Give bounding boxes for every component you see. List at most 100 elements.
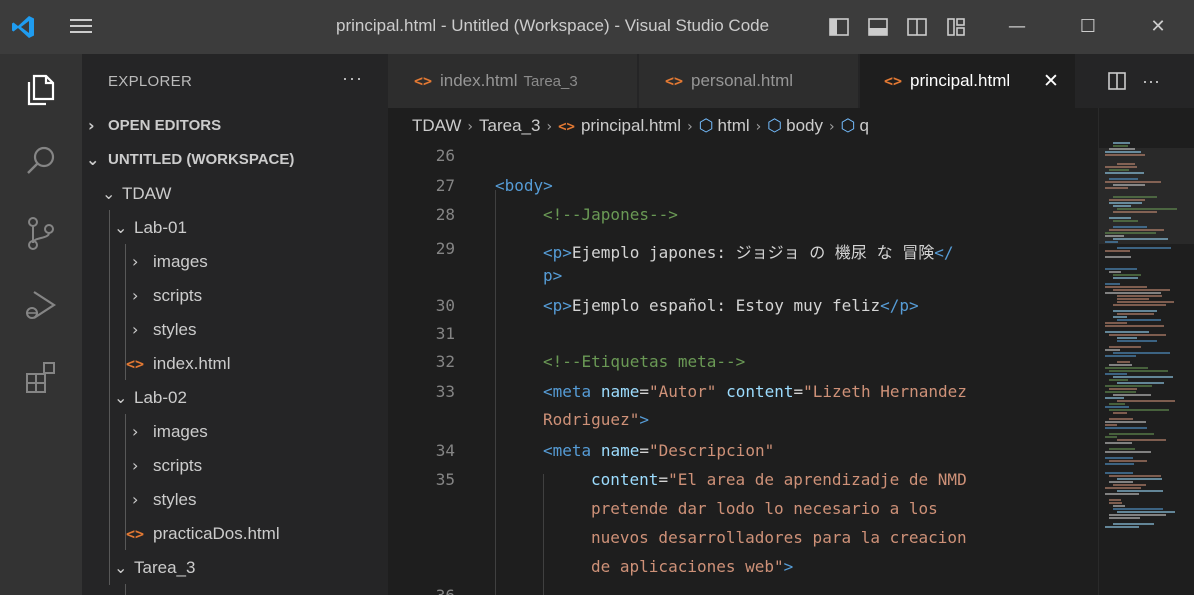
tab-personal-html[interactable]: <> personal.html bbox=[639, 54, 859, 108]
code-line: <!--Etiquetas meta--> bbox=[543, 352, 746, 371]
toggle-secondary-sidebar-icon[interactable] bbox=[905, 15, 929, 39]
explorer-icon[interactable] bbox=[20, 68, 62, 110]
tab-index-html[interactable]: <> index.html Tarea_3 bbox=[388, 54, 638, 108]
close-tab-button[interactable]: ✕ bbox=[1043, 54, 1059, 108]
minimap-line bbox=[1113, 484, 1146, 486]
symbol-cube-icon: ⬡ bbox=[840, 116, 856, 136]
minimap-line bbox=[1109, 418, 1133, 420]
breadcrumb-item[interactable]: principal.html bbox=[581, 116, 681, 135]
minimap-line bbox=[1113, 211, 1157, 213]
minimap-line bbox=[1113, 205, 1131, 207]
close-window-button[interactable]: ✕ bbox=[1138, 12, 1178, 42]
tree-folder-images[interactable]: › images bbox=[82, 245, 388, 279]
minimap-line bbox=[1109, 271, 1121, 273]
breadcrumb-item[interactable]: TDAW bbox=[412, 116, 461, 135]
tree-folder-lab-02[interactable]: ⌄ Lab-02 bbox=[82, 381, 388, 415]
source-control-icon[interactable] bbox=[20, 212, 62, 254]
minimap-line bbox=[1105, 493, 1139, 495]
window-title: principal.html - Untitled (Workspace) - … bbox=[336, 16, 770, 35]
minimap-line bbox=[1117, 319, 1161, 321]
minimap-line bbox=[1117, 478, 1162, 480]
breadcrumb-item[interactable]: q bbox=[859, 116, 868, 135]
chevron-down-icon: ⌄ bbox=[114, 218, 128, 237]
symbol-cube-icon: ⬡ bbox=[698, 116, 714, 136]
minimap-line bbox=[1105, 151, 1141, 153]
minimap-line bbox=[1113, 394, 1151, 396]
toggle-primary-sidebar-icon[interactable] bbox=[827, 15, 851, 39]
run-debug-icon[interactable] bbox=[20, 284, 62, 326]
line-number: 36 bbox=[388, 586, 455, 595]
tab-principal-html[interactable]: <> principal.html ✕ bbox=[860, 54, 1076, 108]
tree-folder-styles[interactable]: › styles bbox=[82, 483, 388, 517]
minimap-line bbox=[1109, 334, 1166, 336]
minimap-line bbox=[1117, 490, 1163, 492]
minimap-line bbox=[1105, 451, 1151, 453]
minimap-line bbox=[1105, 292, 1161, 294]
minimap-line bbox=[1105, 391, 1136, 393]
minimap-line bbox=[1109, 460, 1147, 462]
tree-folder-images[interactable]: › images bbox=[82, 415, 388, 449]
minimap-line bbox=[1105, 472, 1133, 474]
tree-indent-guide bbox=[125, 584, 126, 595]
symbol-cube-icon: ⬡ bbox=[767, 116, 783, 136]
minimize-button[interactable]: — bbox=[997, 12, 1037, 42]
line-number: 26 bbox=[435, 146, 455, 165]
breadcrumb: TDAW › Tarea_3 › <> principal.html › ⬡ html › ⬡ bod… bbox=[388, 108, 1098, 144]
chevron-right-icon: › bbox=[132, 456, 139, 475]
minimap-line bbox=[1113, 196, 1157, 198]
minimap-line bbox=[1117, 298, 1149, 300]
code-editor[interactable]: 26 27 28 29 30 31 32 33 34 35 36 <body> … bbox=[388, 144, 1098, 595]
code-line-wrap: Rodriguez"> bbox=[543, 410, 649, 429]
editor-more-actions-button[interactable]: ··· bbox=[1142, 54, 1160, 108]
minimap-line bbox=[1105, 526, 1139, 528]
minimap-line bbox=[1117, 400, 1175, 402]
minimap-line bbox=[1117, 295, 1162, 297]
minimap-line bbox=[1109, 217, 1131, 219]
breadcrumb-separator: › bbox=[687, 119, 693, 135]
code-line: <!--Japones--> bbox=[543, 205, 678, 224]
explorer-more-actions-button[interactable]: ··· bbox=[342, 68, 363, 89]
chevron-right-icon: › bbox=[132, 252, 139, 271]
tree-folder-scripts[interactable]: › scripts bbox=[82, 449, 388, 483]
minimap-line bbox=[1105, 322, 1127, 324]
code-line: <body> bbox=[495, 176, 553, 195]
tree-folder-scripts[interactable]: › scripts bbox=[82, 279, 388, 313]
minimap-line bbox=[1105, 268, 1137, 270]
tree-folder-tdaw[interactable]: ⌄ TDAW bbox=[82, 177, 388, 211]
minimap[interactable] bbox=[1098, 108, 1194, 595]
minimap-line bbox=[1117, 382, 1164, 384]
line-number: 34 bbox=[435, 441, 455, 460]
tree-file-index-html[interactable]: <> index.html bbox=[82, 347, 388, 381]
open-editors-section[interactable]: › OPEN EDITORS bbox=[82, 109, 388, 143]
tree-folder-styles[interactable]: › styles bbox=[82, 313, 388, 347]
tree-folder-lab-01[interactable]: ⌄ Lab-01 bbox=[82, 211, 388, 245]
breadcrumb-item[interactable]: html bbox=[718, 116, 750, 135]
html-file-icon: <> bbox=[884, 72, 903, 90]
search-icon[interactable] bbox=[20, 140, 62, 182]
minimap-line bbox=[1105, 286, 1147, 288]
tree-folder-tarea-3[interactable]: ⌄ Tarea_3 bbox=[82, 551, 388, 585]
customize-layout-icon[interactable] bbox=[944, 15, 968, 39]
minimap-line bbox=[1105, 154, 1145, 156]
minimap-line bbox=[1117, 313, 1154, 315]
breadcrumb-item[interactable]: Tarea_3 bbox=[479, 116, 540, 135]
breadcrumb-item[interactable]: body bbox=[786, 116, 823, 135]
menu-icon[interactable] bbox=[68, 15, 94, 39]
minimap-line bbox=[1117, 340, 1157, 342]
code-line-wrap: de aplicaciones web"> bbox=[591, 557, 794, 576]
minimap-line bbox=[1109, 433, 1154, 435]
minimap-line bbox=[1117, 511, 1175, 513]
minimap-line bbox=[1105, 232, 1156, 234]
maximize-button[interactable]: ☐ bbox=[1068, 12, 1108, 42]
minimap-line bbox=[1109, 346, 1141, 348]
minimap-line bbox=[1105, 325, 1164, 327]
split-editor-icon[interactable] bbox=[1106, 70, 1128, 92]
minimap-line bbox=[1113, 505, 1125, 507]
extensions-icon[interactable] bbox=[20, 356, 62, 398]
minimap-line bbox=[1113, 184, 1145, 186]
toggle-panel-icon[interactable] bbox=[866, 15, 890, 39]
tree-file-practicados-html[interactable]: <> practicaDos.html bbox=[82, 517, 388, 551]
minimap-line bbox=[1113, 220, 1138, 222]
chevron-down-icon: ⌄ bbox=[86, 150, 100, 169]
workspace-section[interactable]: ⌄ UNTITLED (WORKSPACE) bbox=[82, 143, 388, 177]
